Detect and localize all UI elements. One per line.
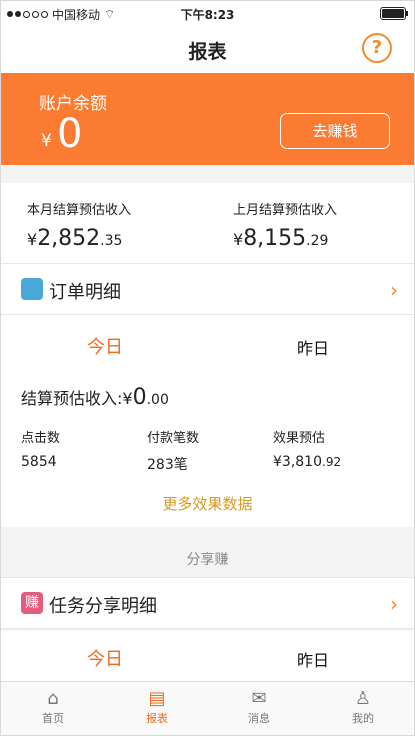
estimate-decimal: .00 <box>146 392 169 408</box>
tabbar-report[interactable]: ▤ 报表 <box>127 688 187 726</box>
last-month-decimal: .29 <box>306 233 329 249</box>
tab-yesterday[interactable]: 昨日 <box>297 335 329 359</box>
more-data-link[interactable]: 更多效果数据 <box>1 493 414 514</box>
stat-value: ¥3,810.92 <box>273 454 341 470</box>
estimate-integer: 0 <box>132 385 147 410</box>
tabbar-me[interactable]: ♙ 我的 <box>333 688 393 726</box>
chevron-right-icon: › <box>390 592 398 616</box>
estimate-currency: ¥ <box>122 389 133 408</box>
currency-symbol: ¥ <box>233 230 244 249</box>
task-share-row[interactable]: 赚 任务分享明细 › <box>1 577 414 629</box>
earn-money-button[interactable]: 去赚钱 <box>280 113 390 149</box>
tabbar-label: 首页 <box>42 712 64 725</box>
order-icon <box>21 278 43 300</box>
stat-decimal: .92 <box>322 455 342 469</box>
monthly-income: 本月结算预估收入 ¥2,852.35 上月结算预估收入 ¥8,155.29 <box>1 183 414 263</box>
tabbar-home[interactable]: ⌂ 首页 <box>23 688 83 726</box>
last-month-label: 上月结算预估收入 <box>233 203 338 218</box>
battery-icon <box>380 7 408 20</box>
tab-yesterday-bottom[interactable]: 昨日 <box>297 647 329 671</box>
stat-integer: 3,810 <box>281 454 323 470</box>
settlement-estimate: 结算预估收入:¥0.00 <box>21 385 169 410</box>
earn-icon: 赚 <box>21 592 43 614</box>
this-month-value: ¥2,852.35 <box>27 226 131 251</box>
stat-label: 点击数 <box>21 431 61 446</box>
balance-panel: 账户余额 ¥ 0 去赚钱 <box>1 73 414 165</box>
user-icon: ♙ <box>354 688 372 709</box>
tabbar-label: 我的 <box>352 712 374 725</box>
navigation-bar: 报表 ? <box>1 25 414 73</box>
estimate-label: 结算预估收入: <box>21 389 123 408</box>
tabbar-messages[interactable]: ✉ 消息 <box>229 688 289 726</box>
report-screen: 中国移动 ⌔ 下午8:23 报表 ? 账户余额 ¥ 0 去赚钱 本月结算预估收入… <box>0 0 415 736</box>
status-bar: 中国移动 ⌔ 下午8:23 <box>1 1 414 25</box>
this-month-income: 本月结算预估收入 ¥2,852.35 <box>27 199 131 251</box>
this-month-label: 本月结算预估收入 <box>27 203 132 218</box>
balance-currency: ¥ <box>41 131 52 151</box>
stat-value: 283笔 <box>147 457 188 473</box>
today-section: 今日 昨日 结算预估收入:¥0.00 点击数 5854 付款笔数 283笔 效果… <box>1 315 414 527</box>
status-time: 下午8:23 <box>180 8 235 22</box>
order-detail-label: 订单明细 <box>49 282 121 303</box>
this-month-integer: 2,852 <box>37 226 101 251</box>
order-detail-row[interactable]: 订单明细 › <box>1 263 414 315</box>
stat-label: 效果预估 <box>273 431 326 446</box>
last-month-integer: 8,155 <box>243 226 307 251</box>
stat-value: 5854 <box>21 454 57 470</box>
mail-icon: ✉ <box>251 688 267 709</box>
last-month-value: ¥8,155.29 <box>233 226 337 251</box>
tab-today-bottom[interactable]: 今日 <box>87 645 123 671</box>
stat-label: 付款笔数 <box>147 431 200 446</box>
tabbar-label: 报表 <box>146 712 168 725</box>
effect-estimate-stat: 效果预估 ¥3,810.92 <box>273 427 341 470</box>
home-icon: ⌂ <box>47 688 59 709</box>
tab-today[interactable]: 今日 <box>87 333 123 359</box>
chevron-right-icon: › <box>390 278 398 302</box>
this-month-decimal: .35 <box>100 233 123 249</box>
share-section-title: 分享赚 <box>186 552 229 568</box>
task-share-label: 任务分享明细 <box>49 596 157 617</box>
bottom-day-tabs: 今日 昨日 <box>1 631 414 683</box>
payments-stat: 付款笔数 283笔 <box>147 427 199 474</box>
question-circle-icon[interactable]: ? <box>362 33 392 63</box>
stat-currency: ¥ <box>273 454 282 470</box>
report-icon: ▤ <box>148 688 166 709</box>
last-month-income: 上月结算预估收入 ¥8,155.29 <box>233 199 337 251</box>
tab-bar: ⌂ 首页 ▤ 报表 ✉ 消息 ♙ 我的 <box>1 681 414 735</box>
clicks-stat: 点击数 5854 <box>21 427 60 470</box>
tabbar-label: 消息 <box>248 712 270 725</box>
page-title: 报表 <box>188 41 227 63</box>
balance-amount: 0 <box>57 111 83 157</box>
currency-symbol: ¥ <box>27 230 38 249</box>
